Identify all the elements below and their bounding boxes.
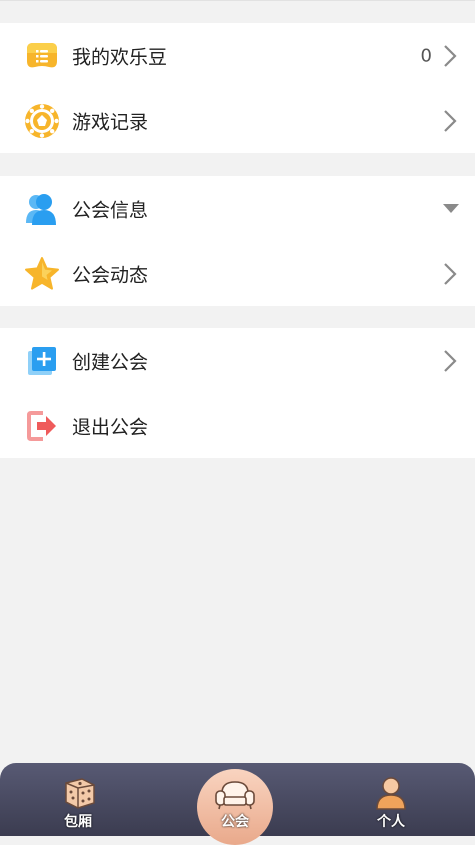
caret-down-icon: [443, 203, 459, 213]
dice-icon: [65, 778, 95, 809]
guild-info-label: 公会信息: [72, 199, 149, 221]
my-beans-label: 我的欢乐豆: [72, 46, 168, 68]
tab-profile[interactable]: 个人: [353, 763, 429, 836]
chevron-right-icon: [444, 44, 457, 67]
assets-group: 我的欢乐豆 0 游戏记录: [0, 23, 475, 153]
tab-label: 个人: [377, 814, 405, 830]
exit-icon: [23, 407, 61, 445]
tab-label: 包厢: [64, 814, 92, 830]
exit-guild-row[interactable]: 退出公会: [0, 393, 475, 458]
game-record-icon: [23, 102, 61, 140]
create-guild-row[interactable]: 创建公会: [0, 328, 475, 393]
tab-guild[interactable]: 公会: [197, 763, 273, 836]
guild-actions-group: 创建公会 退出公会: [0, 328, 475, 458]
beans-count: 0: [420, 45, 432, 66]
tab-private-room[interactable]: 包厢: [40, 763, 116, 836]
person-icon: [376, 777, 406, 810]
guild-info-row[interactable]: 公会信息: [0, 176, 475, 241]
guild-members-icon: [23, 190, 61, 228]
my-beans-row[interactable]: 我的欢乐豆 0: [0, 23, 475, 88]
guild-news-label: 公会动态: [72, 264, 149, 286]
create-guild-label: 创建公会: [72, 351, 149, 373]
game-record-row[interactable]: 游戏记录: [0, 88, 475, 153]
chevron-right-icon: [444, 109, 457, 132]
sofa-icon: [215, 781, 255, 810]
guild-group: 公会信息 公会动态: [0, 176, 475, 306]
tab-label: 公会: [221, 814, 249, 830]
top-divider: [0, 0, 475, 1]
chevron-right-icon: [444, 349, 457, 372]
beans-icon: [23, 37, 61, 75]
exit-guild-label: 退出公会: [72, 416, 149, 438]
create-plus-icon: [23, 342, 61, 380]
star-icon: [23, 255, 61, 293]
guild-news-row[interactable]: 公会动态: [0, 241, 475, 306]
game-record-label: 游戏记录: [72, 111, 149, 133]
chevron-right-icon: [444, 262, 457, 285]
